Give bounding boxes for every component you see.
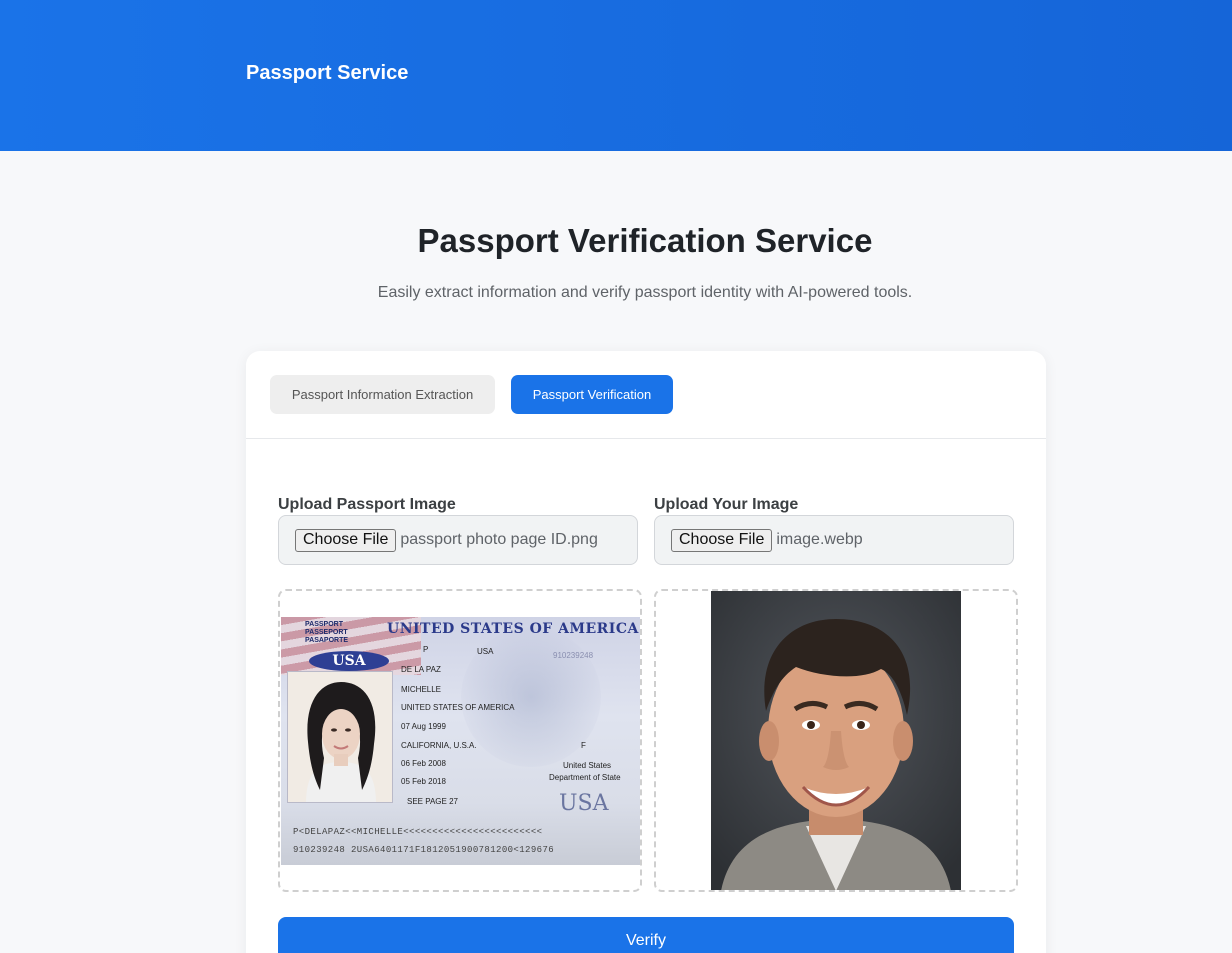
passport-filename: passport photo page ID.png (400, 531, 598, 548)
passport-mrz-line-1: P<DELAPAZ<<MICHELLE<<<<<<<<<<<<<<<<<<<<<… (293, 827, 543, 837)
passport-kind: PASSPORT PASSEPORT PASAPORTE (305, 621, 349, 644)
passport-country-header: UNITED STATES OF AMERICA (387, 621, 639, 637)
passport-code: USA (477, 647, 494, 656)
passport-nationality: UNITED STATES OF AMERICA (401, 703, 515, 712)
passport-issue-date: 06 Feb 2008 (401, 759, 446, 768)
passport-type: P (423, 645, 429, 654)
selfie-upload-label: Upload Your Image (654, 496, 799, 513)
selfie-filename: image.webp (776, 531, 863, 548)
passport-endorsements: SEE PAGE 27 (407, 797, 458, 806)
usa-watermark: USA (559, 791, 609, 816)
page-title: Passport Verification Service (417, 222, 873, 259)
passport-expiry-date: 05 Feb 2018 (401, 777, 446, 786)
tab-passport-verification[interactable]: Passport Verification (511, 375, 673, 414)
passport-file-input[interactable]: Choose File passport photo page ID.png (278, 515, 638, 565)
selfie-image (711, 591, 961, 890)
page-subtitle: Easily extract information and verify pa… (377, 284, 913, 301)
passport-authority-2: Department of State (549, 773, 621, 782)
passport-mrz-line-2: 910239248 2USA6401171F1812051900781200<1… (293, 845, 555, 855)
top-navbar: Passport Service (0, 0, 1232, 151)
tab-passport-extraction[interactable]: Passport Information Extraction (270, 375, 495, 414)
usa-badge: USA (309, 651, 389, 671)
passport-sex: F (581, 741, 586, 750)
tab-bar: Passport Information Extraction Passport… (246, 351, 1046, 439)
brand-title[interactable]: Passport Service (246, 62, 408, 85)
selfie-preview (654, 589, 1018, 892)
passport-number: 910239248 (553, 651, 594, 660)
selfie-choose-file-button[interactable]: Choose File (671, 528, 773, 552)
selfie-file-input[interactable]: Choose File image.webp (654, 515, 1014, 565)
passport-birthplace: CALIFORNIA, U.S.A. (401, 741, 477, 750)
passport-preview: PASSPORT PASSEPORT PASAPORTE UNITED STAT… (278, 589, 642, 892)
verify-button[interactable]: Verify (278, 917, 1014, 953)
passport-choose-file-button[interactable]: Choose File (295, 528, 397, 552)
main-card: Passport Information Extraction Passport… (246, 351, 1046, 953)
passport-surname: DE LA PAZ (401, 665, 441, 674)
passport-dob: 07 Aug 1999 (401, 722, 446, 731)
passport-holder-photo (287, 671, 393, 803)
passport-given-names: MICHELLE (401, 685, 442, 694)
passport-authority: United States (563, 761, 612, 770)
passport-upload-label: Upload Passport Image (278, 496, 456, 513)
passport-image: PASSPORT PASSEPORT PASAPORTE UNITED STAT… (281, 617, 640, 865)
